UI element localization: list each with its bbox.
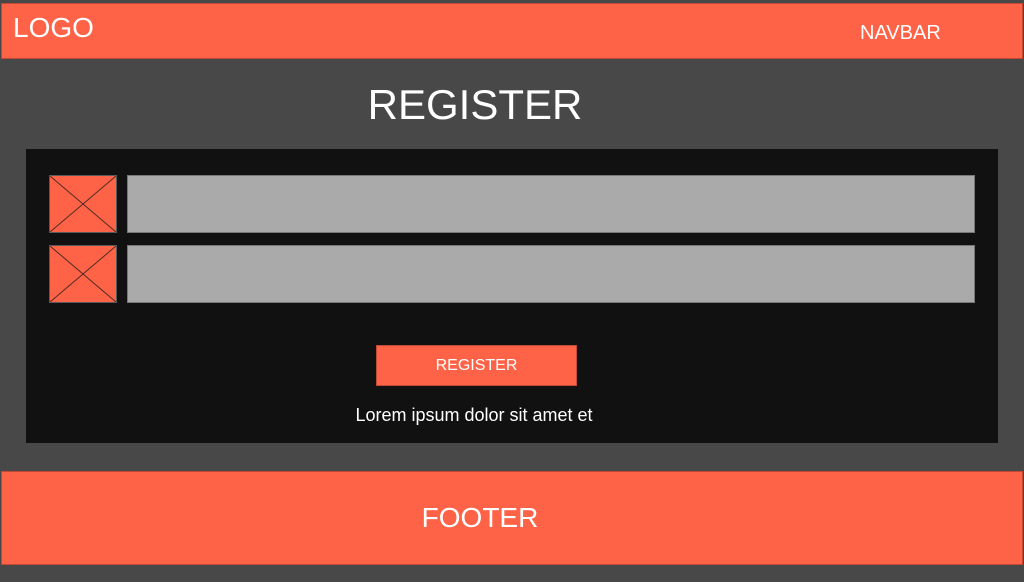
form-field-row-2	[49, 245, 975, 303]
footer-bar: FOOTER	[1, 471, 1023, 565]
header-bar: LOGO NAVBAR	[1, 3, 1023, 59]
caption-text: Lorem ipsum dolor sit amet et	[355, 405, 593, 425]
page-title: REGISTER	[367, 81, 583, 128]
register-form: REGISTER Lorem ipsum dolor sit amet et	[26, 149, 998, 443]
register-input-1[interactable]	[127, 175, 975, 233]
image-placeholder-icon	[49, 175, 117, 233]
register-button[interactable]: REGISTER	[376, 345, 577, 386]
form-field-row-1	[49, 175, 975, 233]
navbar-link[interactable]: NAVBAR	[860, 21, 941, 45]
register-page: LOGO NAVBAR REGISTER REGISTER Lorem ipsu…	[0, 0, 1024, 582]
footer-text: FOOTER	[421, 502, 539, 533]
register-input-2[interactable]	[127, 245, 975, 303]
logo[interactable]: LOGO	[13, 12, 94, 44]
image-placeholder-icon	[49, 245, 117, 303]
